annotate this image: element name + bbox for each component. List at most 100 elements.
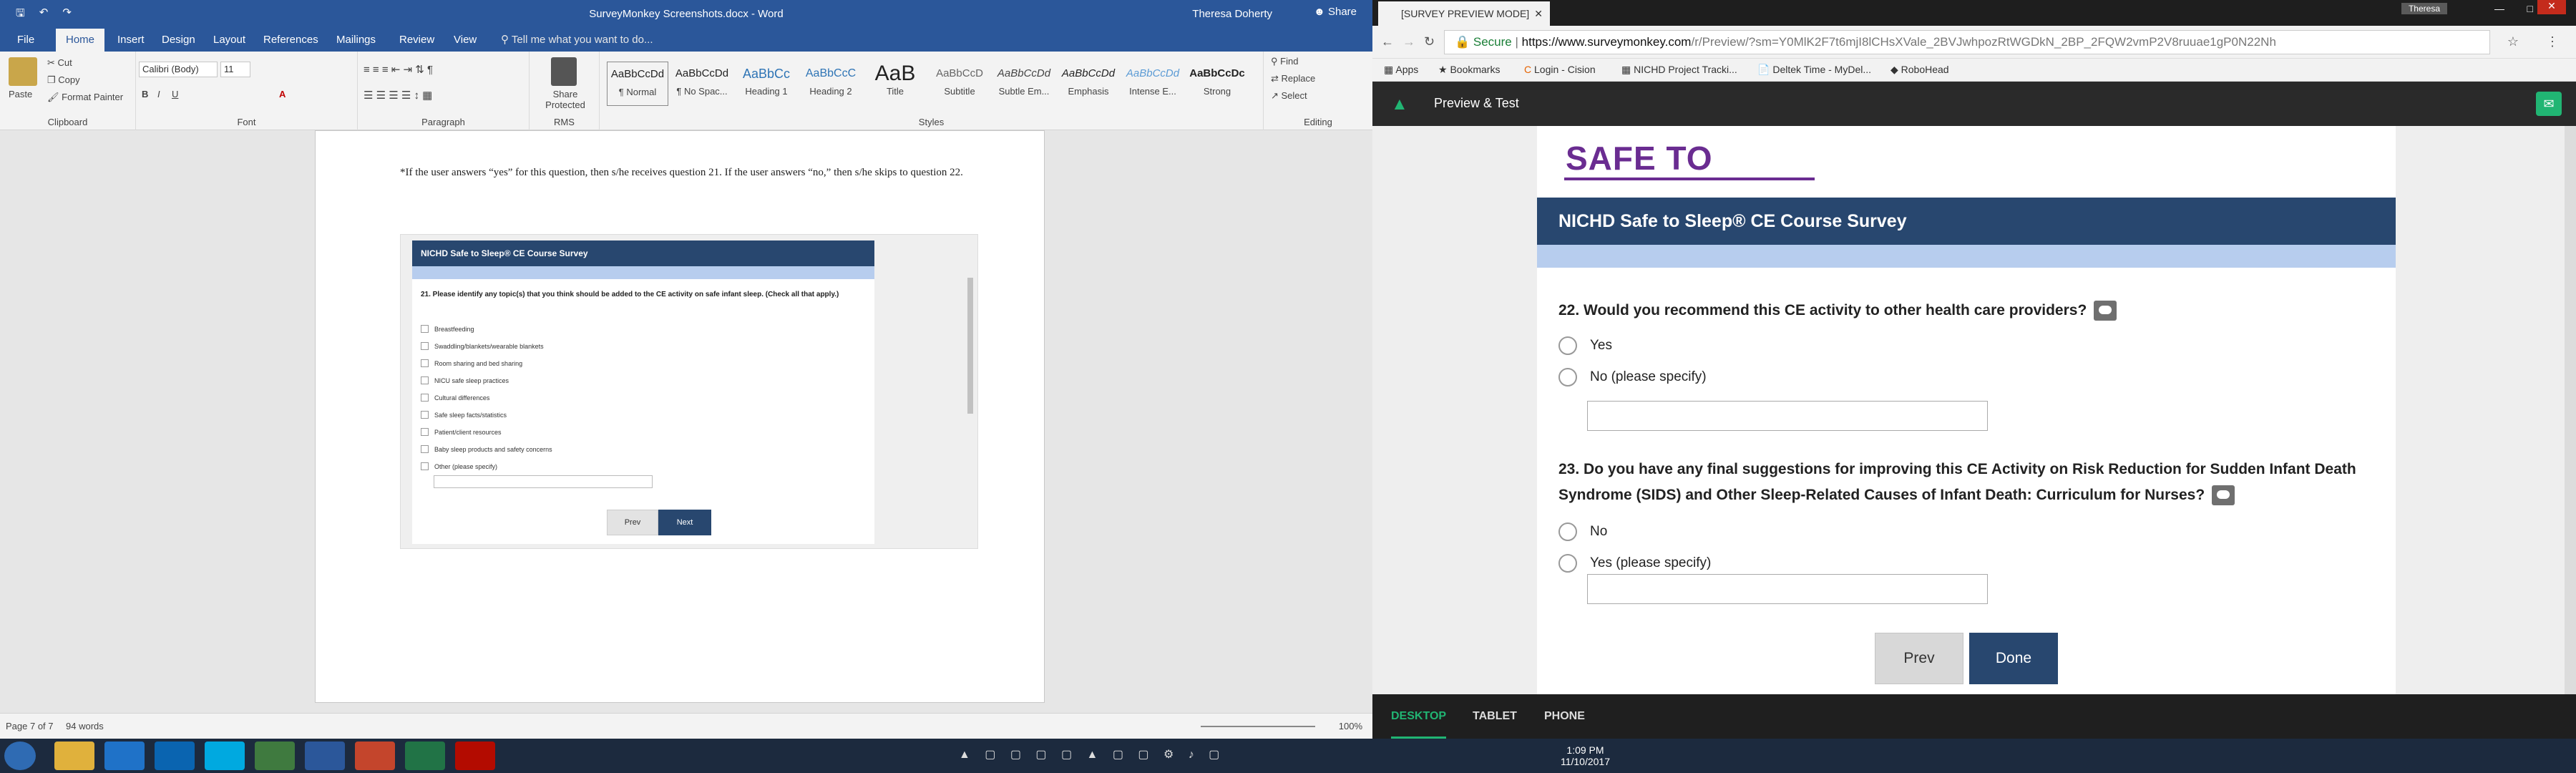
tab-review[interactable]: Review <box>389 29 444 52</box>
bookmark-robohead[interactable]: ◆ RoboHead <box>1890 64 1949 76</box>
maximize-icon[interactable]: □ <box>2527 3 2533 14</box>
address-bar[interactable]: 🔒 Secure | https://www.surveymonkey.com/… <box>1444 30 2490 54</box>
back-icon[interactable]: ← <box>1381 34 1394 49</box>
word-count[interactable]: 94 words <box>66 721 104 731</box>
q22-option-no[interactable]: No (please specify) <box>1558 368 1707 386</box>
q23-option-yes[interactable]: Yes (please specify) <box>1558 554 1711 573</box>
share-protected-icon[interactable] <box>551 57 577 86</box>
radio-icon[interactable] <box>1558 368 1577 386</box>
style-5-cell[interactable]: AaB Title <box>864 62 926 106</box>
redo-icon[interactable]: ↷ <box>62 6 72 24</box>
device-desktop-tab[interactable]: DESKTOP <box>1391 694 1447 739</box>
powerpoint-icon[interactable] <box>355 742 395 770</box>
page-count[interactable]: Page 7 of 7 <box>6 721 54 731</box>
menu-icon[interactable]: ⋮ <box>2546 34 2559 49</box>
minimize-icon[interactable]: — <box>2494 3 2504 14</box>
prev-button[interactable]: Prev <box>1875 633 1963 684</box>
q22-option-yes[interactable]: Yes <box>1558 336 1612 355</box>
profile-button[interactable]: Theresa <box>2401 3 2447 14</box>
bookmark-apps[interactable]: ▦ Apps <box>1384 64 1418 76</box>
chrome-icon[interactable] <box>255 742 295 770</box>
style-9-cell[interactable]: AaBbCcDd Intense E... <box>1122 62 1184 106</box>
taskbar-clock[interactable]: 1:09 PM 11/10/2017 <box>1561 744 1610 767</box>
tab-insert[interactable]: Insert <box>107 29 155 52</box>
replace-button[interactable]: ⇄ Replace <box>1271 73 1315 84</box>
bookmark-deltek[interactable]: 📄 Deltek Time - MyDel... <box>1757 64 1871 76</box>
tab-references[interactable]: References <box>253 29 328 52</box>
excel-icon[interactable] <box>405 742 445 770</box>
font-color-button[interactable]: A <box>279 89 286 99</box>
undo-icon[interactable]: ↶ <box>39 6 49 24</box>
file-explorer-icon[interactable] <box>54 742 94 770</box>
find-button[interactable]: ⚲ Find <box>1271 56 1298 67</box>
style-1-cell[interactable]: AaBbCcDd ¶ Normal <box>607 62 668 106</box>
outlook-icon[interactable] <box>155 742 195 770</box>
system-tray-icons[interactable]: ▲ ▢ ▢ ▢ ▢ ▲ ▢ ▢ ⚙ ♪ ▢ <box>959 747 1225 762</box>
radio-icon[interactable] <box>1558 522 1577 541</box>
close-window-icon[interactable]: ✕ <box>2537 0 2566 14</box>
zoom-slider[interactable] <box>1201 726 1315 727</box>
reload-icon[interactable]: ↻ <box>1424 34 1435 49</box>
bookmark-star-icon[interactable]: ☆ <box>2507 34 2519 49</box>
q22-specify-input[interactable] <box>1587 401 1988 431</box>
format-painter-button[interactable]: 🖌 Format Painter <box>47 92 123 103</box>
tab-view[interactable]: View <box>444 29 487 52</box>
style-6-cell[interactable]: AaBbCcD Subtitle <box>929 62 990 106</box>
copy-button[interactable]: ❐ Copy <box>47 74 80 86</box>
style-10-cell[interactable]: AaBbCcDc Strong <box>1186 62 1248 106</box>
zoom-level[interactable]: 100% <box>1339 721 1362 731</box>
internet-explorer-icon[interactable] <box>104 742 145 770</box>
word-share-button[interactable]: ☻ Share <box>1314 6 1357 18</box>
share-protected-button[interactable]: Share Protected <box>537 89 594 110</box>
tab-design[interactable]: Design <box>152 29 205 52</box>
paste-button[interactable]: Paste <box>9 89 32 99</box>
document-page[interactable]: *If the user answers “yes” for this ques… <box>315 130 1045 703</box>
bullets-icon[interactable]: ≡ ≡ ≡ ⇤ ⇥ ⇅ ¶ <box>364 63 433 76</box>
tab-home[interactable]: Home <box>56 29 105 52</box>
select-button[interactable]: ↗ Select <box>1271 90 1307 102</box>
style-7-cell[interactable]: AaBbCcDd Subtle Em... <box>993 62 1055 106</box>
font-name-select[interactable]: Calibri (Body) <box>139 62 218 77</box>
acrobat-icon[interactable] <box>455 742 495 770</box>
q23-specify-input[interactable] <box>1587 574 1988 604</box>
comment-icon[interactable] <box>2212 485 2235 506</box>
skype-icon[interactable] <box>205 742 245 770</box>
underline-button[interactable]: U <box>172 89 178 99</box>
bookmark-cision[interactable]: C Login - Cision <box>1524 64 1596 75</box>
close-tab-icon[interactable]: ✕ <box>1534 1 1543 26</box>
tab-file[interactable]: File <box>7 29 44 52</box>
font-size-select[interactable]: 11 <box>220 62 250 77</box>
survey-scrollbar[interactable] <box>2565 126 2576 694</box>
forward-icon[interactable]: → <box>1402 34 1415 49</box>
word-user-name[interactable]: Theresa Doherty <box>1192 8 1272 20</box>
align-icons[interactable]: ☰ ☰ ☰ ☰ ↕ ▦ <box>364 89 432 102</box>
bookmark-bookmarks[interactable]: ★ Bookmarks <box>1438 64 1500 76</box>
style-4-cell[interactable]: AaBbCcC Heading 2 <box>800 62 862 106</box>
style-name: Intense E... <box>1129 86 1176 97</box>
bookmark-label: RoboHead <box>1901 64 1949 75</box>
browser-tab[interactable]: [SURVEY PREVIEW MODE] ✕ <box>1378 1 1550 26</box>
style-3-cell[interactable]: AaBbCc Heading 1 <box>736 62 797 106</box>
style-8-cell[interactable]: AaBbCcDd Emphasis <box>1058 62 1119 106</box>
bold-button[interactable]: B <box>142 89 148 99</box>
comment-bubble-icon[interactable]: ✉ <box>2536 92 2562 116</box>
style-2-cell[interactable]: AaBbCcDd ¶ No Spac... <box>671 62 733 106</box>
tab-mailings[interactable]: Mailings <box>326 29 386 52</box>
radio-icon[interactable] <box>1558 336 1577 355</box>
embedded-option: NICU safe sleep practices <box>421 376 509 384</box>
bookmark-nichd-tracker[interactable]: ▦ NICHD Project Tracki... <box>1621 64 1737 76</box>
device-tablet-tab[interactable]: TABLET <box>1473 694 1517 739</box>
word-icon[interactable] <box>305 742 345 770</box>
comment-icon[interactable] <box>2094 301 2117 321</box>
tab-layout[interactable]: Layout <box>203 29 255 52</box>
paste-icon[interactable] <box>9 57 37 86</box>
radio-icon[interactable] <box>1558 554 1577 573</box>
device-phone-tab[interactable]: PHONE <box>1544 694 1585 739</box>
save-icon[interactable]: 🖫 <box>16 6 25 24</box>
done-button[interactable]: Done <box>1969 633 2058 684</box>
start-button-icon[interactable] <box>4 742 36 770</box>
q23-option-no[interactable]: No <box>1558 522 1607 541</box>
cut-button[interactable]: ✂ Cut <box>47 57 72 69</box>
tell-me-search[interactable]: ⚲ Tell me what you want to do... <box>501 29 653 52</box>
italic-button[interactable]: I <box>157 89 160 99</box>
